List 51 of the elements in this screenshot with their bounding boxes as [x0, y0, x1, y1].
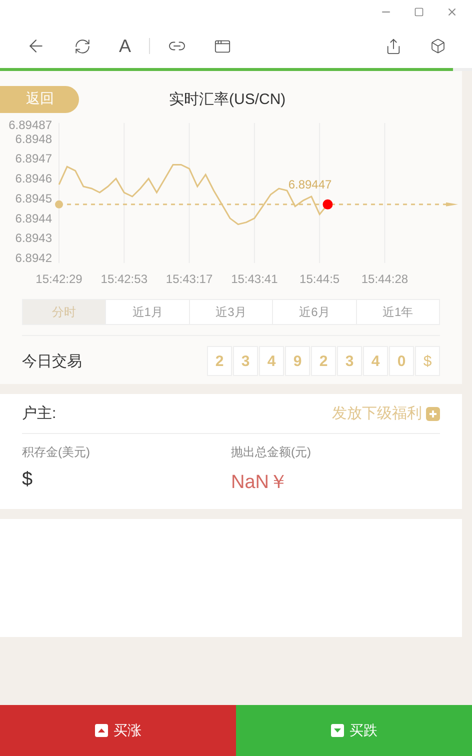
period-tab[interactable]: 近1月	[105, 300, 189, 324]
welfare-button[interactable]: 发放下级福利	[332, 404, 440, 423]
digit-tile: 4	[259, 346, 284, 376]
close-icon[interactable]	[446, 6, 458, 18]
period-tab[interactable]: 近1年	[356, 300, 440, 324]
period-tab[interactable]: 分时	[23, 300, 106, 324]
start-marker	[55, 200, 63, 208]
current-price-marker	[322, 199, 333, 210]
axis-label: 6.8944	[15, 211, 52, 226]
refresh-icon[interactable]	[74, 38, 91, 54]
field-label: 积存金(美元)	[22, 444, 91, 461]
back-button[interactable]: 返回	[0, 86, 79, 112]
trade-button[interactable]: 买跌	[236, 705, 472, 756]
period-tab[interactable]: 近3月	[188, 300, 272, 324]
digit-tile: 2	[207, 346, 232, 376]
share-icon[interactable]	[385, 38, 402, 54]
field-label: 抛出总金额(元)	[231, 444, 312, 461]
axis-label: 15:43:41	[231, 272, 278, 286]
axis-label: 15:42:53	[100, 272, 148, 286]
font-button[interactable]: A	[119, 36, 132, 56]
axis-label: 15:43:17	[166, 272, 213, 286]
arrow-head-icon	[446, 202, 458, 206]
axis-label: 15:42:29	[36, 272, 82, 286]
digit-tile: 0	[389, 346, 414, 376]
axis-label: 6.8943	[15, 231, 52, 246]
digit-tile: 9	[285, 346, 310, 376]
window-icon[interactable]	[214, 38, 232, 54]
period-tab[interactable]: 近6月	[272, 300, 356, 324]
field-value: NaN￥	[231, 471, 290, 495]
owner-label: 户主:	[22, 404, 56, 423]
trade-button[interactable]: 买涨	[0, 705, 236, 756]
digit-tile: 3	[233, 346, 258, 376]
digit-tile: 3	[337, 346, 362, 376]
field-value: $	[22, 469, 34, 491]
maximize-icon[interactable]	[414, 7, 424, 17]
trading-label: 今日交易	[22, 352, 82, 370]
cube-icon[interactable]	[430, 38, 446, 54]
axis-label: 6.8948	[15, 132, 52, 146]
axis-label: 15:44:28	[361, 272, 408, 286]
axis-label: 6.8946	[15, 172, 52, 186]
digit-tile: 4	[363, 346, 388, 376]
axis-label: 6.8942	[15, 251, 52, 265]
axis-label: 6.8945	[15, 191, 52, 206]
currency-tile: $	[415, 346, 440, 376]
axis-label: 15:44:5	[300, 272, 340, 286]
price-label: 6.89447	[288, 177, 332, 192]
axis-label: 6.8947	[15, 152, 52, 166]
plus-icon	[426, 406, 440, 420]
axis-label: 6.89487	[8, 118, 52, 132]
page-title: 实时汇率(US/CN)	[169, 90, 286, 108]
digit-tile: 2	[311, 346, 336, 376]
